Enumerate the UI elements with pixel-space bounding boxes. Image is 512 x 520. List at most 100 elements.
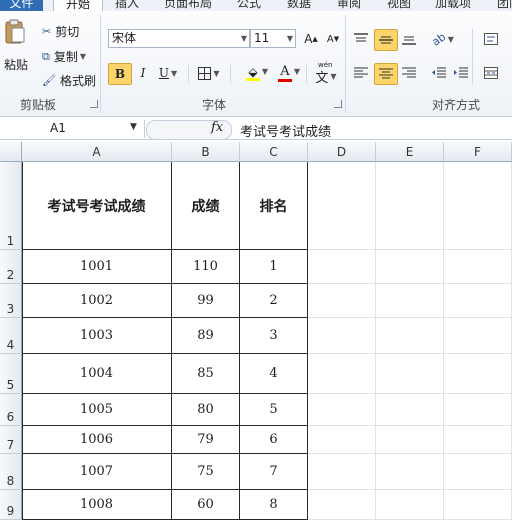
copy-button[interactable]: ⧉ 复制 ▼ <box>42 48 86 65</box>
grow-font-button[interactable]: A ▲ <box>300 29 322 49</box>
cell-a1[interactable]: 考试号考试成绩 <box>22 162 172 250</box>
cell-e5[interactable] <box>376 354 444 394</box>
align-right-button[interactable] <box>398 63 420 83</box>
tab-add-ins[interactable]: 加载项 <box>430 0 476 11</box>
cell-f5[interactable] <box>444 354 512 394</box>
font-dialog-launcher[interactable] <box>334 100 342 108</box>
cut-button[interactable]: ✂ 剪切 <box>42 23 79 40</box>
underline-button[interactable]: U ▼ <box>154 63 182 83</box>
cell-b6[interactable]: 80 <box>172 394 240 426</box>
cell-b9[interactable]: 60 <box>172 490 240 520</box>
row-header-2[interactable]: 2 <box>0 250 22 284</box>
cell-c9[interactable]: 8 <box>240 490 308 520</box>
column-header-f[interactable]: F <box>444 142 512 162</box>
cell-c1[interactable]: 排名 <box>240 162 308 250</box>
row-header-4[interactable]: 4 <box>0 318 22 354</box>
cell-d2[interactable] <box>308 250 376 284</box>
column-header-e[interactable]: E <box>376 142 444 162</box>
cell-a8[interactable]: 1007 <box>22 454 172 490</box>
column-header-a[interactable]: A <box>22 142 172 162</box>
cell-d4[interactable] <box>308 318 376 354</box>
column-header-d[interactable]: D <box>308 142 376 162</box>
cell-c5[interactable]: 4 <box>240 354 308 394</box>
cell-e2[interactable] <box>376 250 444 284</box>
formula-input[interactable]: 考试号考试成绩 <box>240 121 331 140</box>
cell-b2[interactable]: 110 <box>172 250 240 284</box>
clipboard-dialog-launcher[interactable] <box>90 100 98 108</box>
row-header-7[interactable]: 7 <box>0 426 22 454</box>
name-box[interactable]: A1 ▼ <box>0 120 145 138</box>
merge-center-button[interactable] <box>480 63 502 83</box>
row-header-3[interactable]: 3 <box>0 284 22 318</box>
format-painter-button[interactable]: 🖌 格式刷 <box>42 72 96 89</box>
insert-function-button[interactable]: fx <box>211 120 223 135</box>
tab-team[interactable]: 团队 <box>492 0 512 11</box>
cell-f3[interactable] <box>444 284 512 318</box>
cell-a5[interactable]: 1004 <box>22 354 172 394</box>
increase-indent-button[interactable] <box>450 63 472 83</box>
column-header-c[interactable]: C <box>240 142 308 162</box>
paste-button[interactable]: 粘贴 <box>4 19 28 77</box>
cell-b8[interactable]: 75 <box>172 454 240 490</box>
cell-b7[interactable]: 79 <box>172 426 240 454</box>
cell-c6[interactable]: 5 <box>240 394 308 426</box>
select-all-corner[interactable] <box>0 142 22 162</box>
cell-e9[interactable] <box>376 490 444 520</box>
cell-a4[interactable]: 1003 <box>22 318 172 354</box>
wrap-text-button[interactable] <box>480 29 502 49</box>
cell-d3[interactable] <box>308 284 376 318</box>
align-top-button[interactable] <box>350 29 372 49</box>
align-bottom-button[interactable] <box>398 29 420 49</box>
cell-d5[interactable] <box>308 354 376 394</box>
cell-f2[interactable] <box>444 250 512 284</box>
cell-c4[interactable]: 3 <box>240 318 308 354</box>
cell-f4[interactable] <box>444 318 512 354</box>
cell-d7[interactable] <box>308 426 376 454</box>
row-header-6[interactable]: 6 <box>0 394 22 426</box>
cell-a2[interactable]: 1001 <box>22 250 172 284</box>
cell-e1[interactable] <box>376 162 444 250</box>
phonetic-button[interactable]: wén 文 ▼ <box>310 61 342 86</box>
borders-button[interactable]: ▼ <box>194 63 224 83</box>
bold-button[interactable]: B <box>108 63 132 85</box>
tab-data[interactable]: 数据 <box>282 0 316 11</box>
align-middle-button[interactable] <box>374 29 398 51</box>
tab-view[interactable]: 视图 <box>382 0 416 11</box>
row-header-8[interactable]: 8 <box>0 454 22 490</box>
cell-f1[interactable] <box>444 162 512 250</box>
cell-e7[interactable] <box>376 426 444 454</box>
tab-insert[interactable]: 插入 <box>110 0 144 11</box>
shrink-font-button[interactable]: A ▼ <box>322 29 344 49</box>
cell-d1[interactable] <box>308 162 376 250</box>
cell-d8[interactable] <box>308 454 376 490</box>
fill-color-button[interactable]: ⬙ ▼ <box>238 61 268 85</box>
row-header-9[interactable]: 9 <box>0 490 22 520</box>
tab-home[interactable]: 开始 <box>53 0 103 11</box>
cell-e6[interactable] <box>376 394 444 426</box>
font-color-button[interactable]: A ▼ <box>270 61 300 85</box>
tab-page-layout[interactable]: 页面布局 <box>160 0 216 11</box>
cell-b3[interactable]: 99 <box>172 284 240 318</box>
cell-f6[interactable] <box>444 394 512 426</box>
cell-e3[interactable] <box>376 284 444 318</box>
row-header-1[interactable]: 1 <box>0 162 22 250</box>
font-size-select[interactable]: 11 ▼ <box>250 29 296 48</box>
cell-c3[interactable]: 2 <box>240 284 308 318</box>
cell-f8[interactable] <box>444 454 512 490</box>
column-header-b[interactable]: B <box>172 142 240 162</box>
cell-b5[interactable]: 85 <box>172 354 240 394</box>
cell-e8[interactable] <box>376 454 444 490</box>
cell-c2[interactable]: 1 <box>240 250 308 284</box>
cell-c7[interactable]: 6 <box>240 426 308 454</box>
cell-a6[interactable]: 1005 <box>22 394 172 426</box>
align-left-button[interactable] <box>350 63 372 83</box>
cell-b1[interactable]: 成绩 <box>172 162 240 250</box>
font-name-select[interactable]: 宋体 ▼ <box>108 29 250 48</box>
tab-file[interactable]: 文件 <box>0 0 43 11</box>
cell-a9[interactable]: 1008 <box>22 490 172 520</box>
align-center-button[interactable] <box>374 63 398 85</box>
italic-button[interactable]: I <box>132 63 154 83</box>
cell-d9[interactable] <box>308 490 376 520</box>
cell-a3[interactable]: 1002 <box>22 284 172 318</box>
cell-f9[interactable] <box>444 490 512 520</box>
